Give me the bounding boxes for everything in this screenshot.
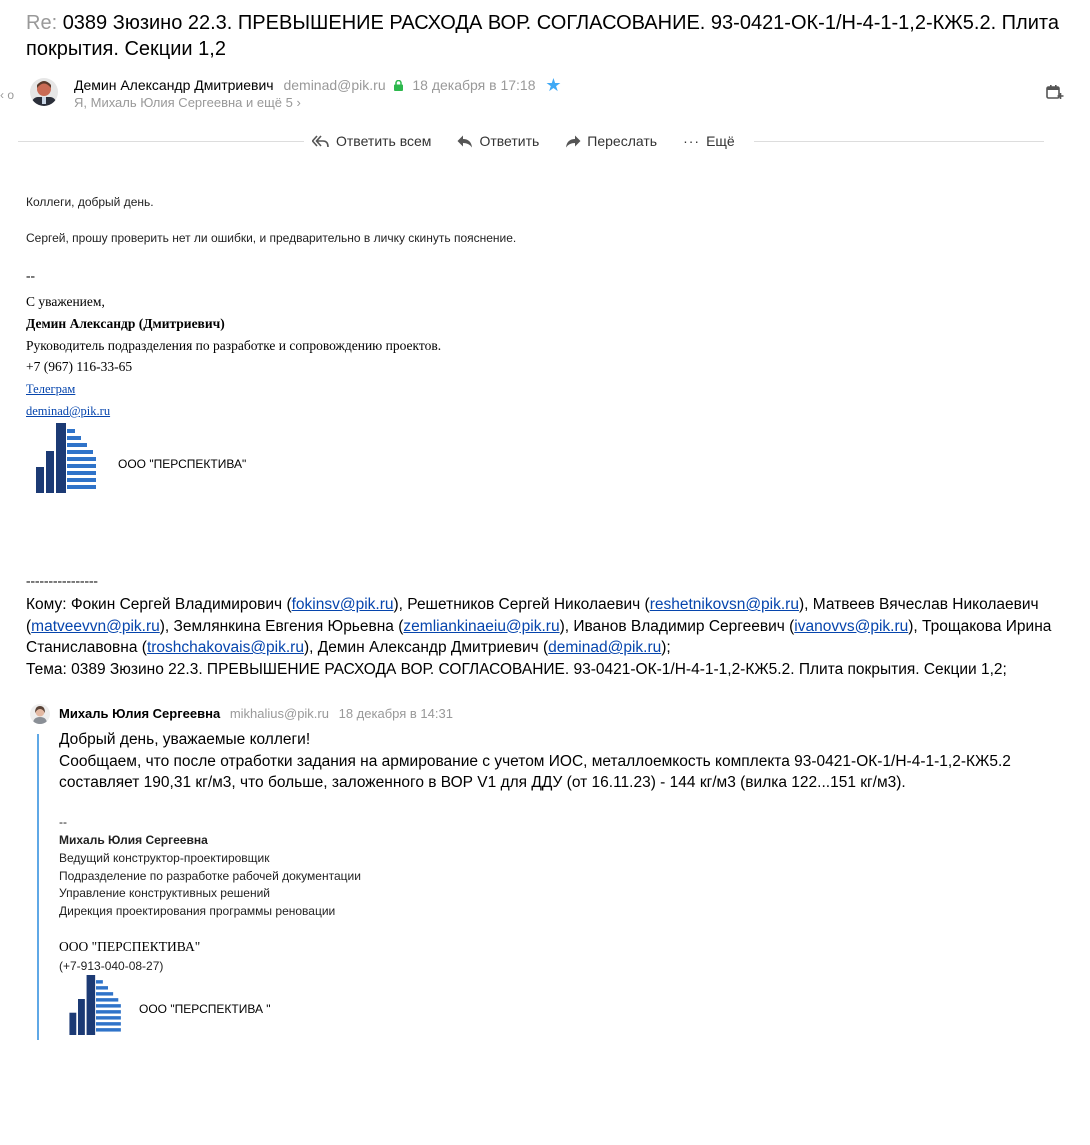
reply-all-label: Ответить всем [336,133,432,149]
body-text: Сергей, прошу проверить нет ли ошибки, и… [26,231,517,245]
quoted-sender-avatar[interactable] [30,704,50,724]
forward-label: Переслать [587,133,658,149]
subject-prefix: Re: [26,12,58,34]
quoted-sig-phone: (+7-913-040-08-27) [59,959,164,973]
quoted-company-logo-text: ООО "ПЕРСПЕКТИВА " [139,1002,271,1016]
recipient-name: Фокин Сергей Владимирович [70,596,283,613]
forward-button[interactable]: Переслать [565,133,657,149]
message-date: 18 декабря в 17:18 [412,77,536,93]
quoted-greeting: Добрый день, уважаемые коллеги! [59,731,311,748]
quoted-header: Михаль Юлия Сергеевна mikhalius@pik.ru 1… [59,706,453,721]
quoted-sig-name: Михаль Юлия Сергеевна [59,833,208,847]
recipient-name: Решетников Сергей Николаевич [407,596,641,613]
quoted-sig-line: Ведущий конструктор-проектировщик [59,851,270,865]
recipient-email-link[interactable]: ivanovvs@pik.ru [794,618,908,635]
quoted-sig-dashes: -- [59,815,67,829]
signature-email-link[interactable]: deminad@pik.ru [26,404,110,419]
recipient-email-link[interactable]: fokinsv@pik.ru [292,596,394,613]
divider [18,141,304,142]
star-icon[interactable]: ★ [545,75,561,95]
more-button[interactable]: ··· Ещё [683,133,735,149]
recipient-email-link[interactable]: zemliankinaeiu@pik.ru [403,618,559,635]
quoted-text: Сообщаем, что после отработки задания на… [59,752,1011,792]
quoted-date: 18 декабря в 14:31 [338,706,453,721]
reply-label: Ответить [479,133,540,149]
quoted-body: Добрый день, уважаемые коллеги! Сообщаем… [59,729,1039,794]
recipient-email-link[interactable]: troshchakovais@pik.ru [147,639,304,656]
email-subject: Re: 0389 Зюзино 22.3. ПРЕВЫШЕНИЕ РАСХОДА… [26,10,1066,62]
original-separator: ---------------- [26,573,98,588]
reply-button[interactable]: Ответить [457,133,539,149]
recipient-name: Землянкина Евгения Юрьевна [173,617,394,635]
quoted-company-logo [69,975,123,1040]
recipient-email-link[interactable]: reshetnikovsn@pik.ru [650,596,799,613]
quoted-sig-line: Подразделение по разработке рабочей доку… [59,869,361,883]
signature-regards: С уважением, [26,294,105,309]
topic-text: 0389 Зюзино 22.3. ПРЕВЫШЕНИЕ РАСХОДА ВОР… [71,660,1007,678]
to-label: Кому: [26,596,67,613]
company-logo-text: ООО "ПЕРСПЕКТИВА" [118,457,247,471]
telegram-link[interactable]: Телеграм [26,382,75,397]
signature-name: Демин Александр (Дмитриевич) [26,316,225,331]
quoted-sig-line: Управление конструктивных решений [59,886,270,900]
forward-icon [566,135,581,147]
original-message-info: Кому: Фокин Сергей Владимирович (fokinsv… [26,596,1052,678]
body-greeting: Коллеги, добрый день. [26,195,154,209]
recipient-email-link[interactable]: deminad@pik.ru [548,639,661,656]
topic-label: Тема: [26,660,67,678]
calendar-add-icon[interactable] [1046,84,1064,105]
sender-avatar[interactable] [30,78,58,106]
signature-position: Руководитель подразделения по разработке… [26,338,442,353]
quoted-sender-name[interactable]: Михаль Юлия Сергеевна [59,706,220,721]
more-label: Ещё [706,133,735,149]
company-logo [36,423,98,498]
quoted-sig-line: Дирекция проектирования программы ренова… [59,904,336,918]
recipient-name: Матвеев Вячеслав Николаевич [812,596,1039,613]
recipient-name: Иванов Владимир Сергеевич [573,617,785,635]
message-actions: Ответить всем Ответить Переслать ··· Ещё [304,131,743,151]
signature-phone: +7 (967) 116-33-65 [26,359,133,374]
quoted-sender-email[interactable]: mikhalius@pik.ru [230,706,329,721]
recipients-summary[interactable]: Я, Михаль Юлия Сергеевна и ещё 5 › [74,95,301,110]
reply-all-icon [312,134,329,147]
divider [754,141,1044,142]
lock-icon [393,77,403,95]
recipients-text: Я, Михаль Юлия Сергеевна и ещё 5 [74,95,293,110]
more-dots-icon: ··· [683,133,701,149]
quoted-sig-company: ООО "ПЕРСПЕКТИВА" [59,939,201,954]
reply-icon [457,135,473,147]
recipient-name: Демин Александр Дмитриевич [317,639,539,656]
sender-name[interactable]: Демин Александр Дмитриевич [74,77,274,93]
sender-email[interactable]: deminad@pik.ru [283,77,385,93]
recipient-email-link[interactable]: matveevvn@pik.ru [31,618,160,635]
subject-text: 0389 Зюзино 22.3. ПРЕВЫШЕНИЕ РАСХОДА ВОР… [26,12,1059,60]
message-header: Демин Александр Дмитриевич deminad@pik.r… [74,76,562,95]
signature-dashes: -- [26,268,35,283]
reply-all-button[interactable]: Ответить всем [312,133,431,149]
collapse-icon[interactable]: ‹ o [0,88,14,102]
quote-bar [37,734,39,1040]
chevron-right-icon: › [296,95,301,110]
